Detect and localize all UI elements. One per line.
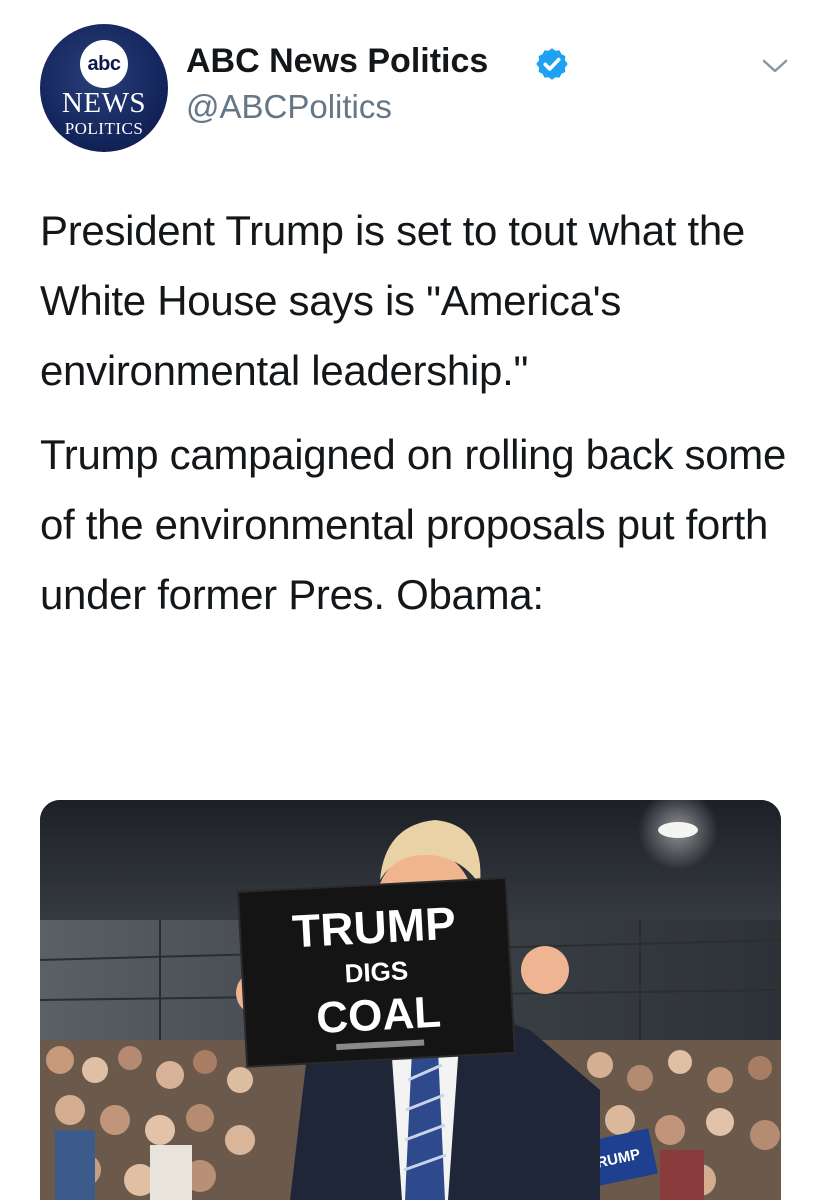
- tweet-header: abc NEWS POLITICS ABC News Politics @ABC…: [0, 0, 822, 180]
- verified-badge-icon: [536, 48, 568, 80]
- abc-logo-disc: abc: [80, 40, 128, 88]
- avatar-politics-label: POLITICS: [64, 119, 144, 138]
- tweet-body: President Trump is set to tout what the …: [40, 196, 800, 630]
- account-handle[interactable]: @ABCPolitics: [186, 88, 392, 126]
- coal-sign: TRUMP DIGS COAL: [236, 876, 516, 1068]
- sign-line-2: DIGS: [344, 955, 409, 988]
- tweet-media-card[interactable]: TRUMP TRUMP DIGS COAL: [40, 800, 781, 1200]
- man-right-hand: [521, 946, 569, 994]
- avatar-news-label: NEWS: [61, 87, 147, 119]
- ceiling-light: [658, 822, 698, 838]
- chevron-down-icon[interactable]: [760, 56, 790, 76]
- sign-line-1: TRUMP: [291, 897, 457, 957]
- rally-photo: TRUMP TRUMP DIGS COAL: [40, 800, 781, 1200]
- sign-line-3: COAL: [315, 988, 442, 1043]
- tweet-paragraph-1: President Trump is set to tout what the …: [40, 207, 745, 394]
- account-display-name[interactable]: ABC News Politics: [186, 42, 488, 81]
- tweet-paragraph-2: Trump campaigned on rolling back some of…: [40, 431, 787, 618]
- account-avatar[interactable]: abc NEWS POLITICS: [40, 24, 168, 152]
